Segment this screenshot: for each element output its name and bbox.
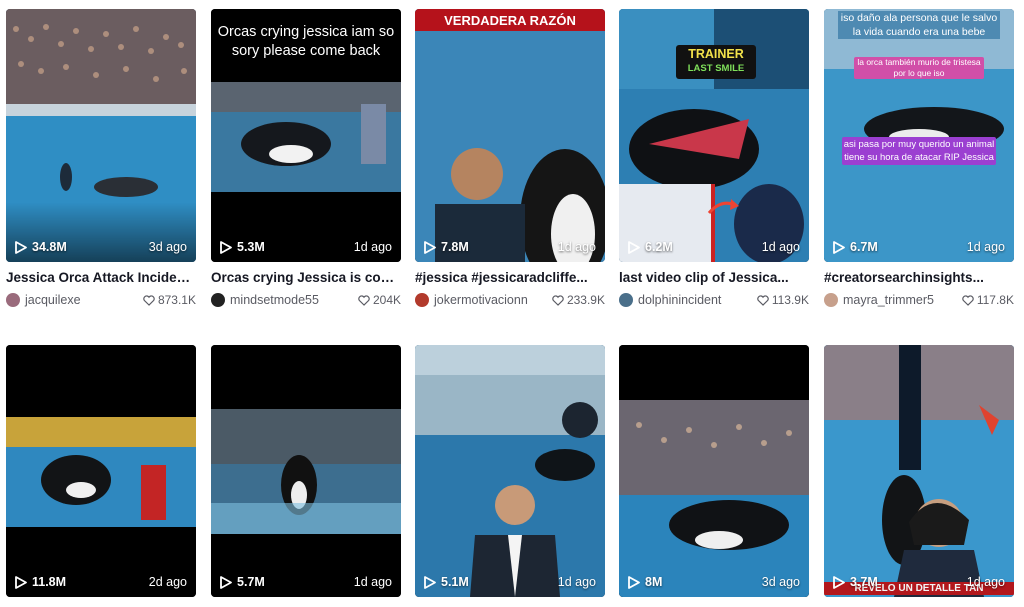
- video-card[interactable]: Orcas crying jessica iam so sory please …: [211, 9, 401, 307]
- video-thumbnail[interactable]: 11.8M 2d ago: [6, 345, 196, 597]
- thumbnail-image: [619, 345, 809, 597]
- post-age: 1d ago: [966, 575, 1005, 589]
- video-thumbnail[interactable]: 5.7M 1d ago: [211, 345, 401, 597]
- video-title[interactable]: #creatorsearchinsights...: [824, 270, 1014, 285]
- view-count: 5.3M: [220, 240, 265, 254]
- video-title[interactable]: last video clip of Jessica...: [619, 270, 809, 285]
- play-icon: [15, 575, 27, 589]
- view-count: 34.8M: [15, 240, 67, 254]
- view-count: 5.7M: [220, 575, 265, 589]
- author-name: dolphinincident: [638, 293, 722, 307]
- like-count: 113.9K: [757, 293, 809, 307]
- play-icon: [424, 240, 436, 254]
- thumbnail-image: [824, 9, 1014, 262]
- thumbnail-image: [211, 345, 401, 597]
- video-thumbnail[interactable]: Orcas crying jessica iam so sory please …: [211, 9, 401, 262]
- play-icon: [833, 240, 845, 254]
- avatar: [211, 293, 225, 307]
- play-icon: [833, 575, 845, 589]
- video-card[interactable]: 5.1M 1d ago: [415, 345, 605, 597]
- video-thumbnail[interactable]: 34.8M 3d ago: [6, 9, 196, 262]
- author-name: jokermotivacionn: [434, 293, 528, 307]
- video-card[interactable]: 11.8M 2d ago: [6, 345, 196, 597]
- view-count: 6.2M: [628, 240, 673, 254]
- overlay-badge: TRAINER LAST SMILE: [676, 45, 756, 79]
- video-thumbnail[interactable]: 5.1M 1d ago: [415, 345, 605, 597]
- video-grid: 34.8M 3d ago Jessica Orca Attack Inciden…: [0, 0, 1024, 607]
- post-age: 1d ago: [966, 240, 1005, 254]
- view-count: 8M: [628, 575, 662, 589]
- caption-overlay-pink: la orca también murio de tristesa por lo…: [854, 57, 984, 79]
- avatar: [415, 293, 429, 307]
- caption-overlay: VERDADERA RAZÓN: [444, 13, 576, 28]
- author[interactable]: jokermotivacionn: [415, 293, 528, 307]
- like-count: 117.8K: [962, 293, 1014, 307]
- heart-icon: [962, 294, 974, 306]
- avatar: [824, 293, 838, 307]
- post-age: 1d ago: [557, 575, 596, 589]
- view-count: 3.7M: [833, 575, 878, 589]
- video-title[interactable]: #jessica #jessicaradcliffe...: [415, 270, 605, 285]
- video-card[interactable]: 8M 3d ago: [619, 345, 809, 597]
- video-card[interactable]: 5.7M 1d ago: [211, 345, 401, 597]
- view-count: 7.8M: [424, 240, 469, 254]
- thumbnail-image: [6, 345, 196, 597]
- thumbnail-image: [415, 345, 605, 597]
- post-age: 1d ago: [353, 575, 392, 589]
- video-thumbnail[interactable]: 8M 3d ago: [619, 345, 809, 597]
- arrow-icon: [707, 199, 739, 215]
- heart-icon: [143, 294, 155, 306]
- video-thumbnail[interactable]: VERDADERA RAZÓN 7.8M 1d ago: [415, 9, 605, 262]
- heart-icon: [757, 294, 769, 306]
- play-icon: [424, 575, 436, 589]
- heart-icon: [552, 294, 564, 306]
- view-count: 6.7M: [833, 240, 878, 254]
- play-icon: [628, 240, 640, 254]
- like-count: 873.1K: [143, 293, 196, 307]
- video-title[interactable]: Orcas crying Jessica is come...: [211, 270, 401, 285]
- view-count: 5.1M: [424, 575, 469, 589]
- video-thumbnail[interactable]: iso daño ala persona que le salvo la vid…: [824, 9, 1014, 262]
- video-title[interactable]: Jessica Orca Attack Incident |...: [6, 270, 196, 285]
- video-card[interactable]: TRAINER LAST SMILE 6.2M 1d ago last vide…: [619, 9, 809, 307]
- avatar: [6, 293, 20, 307]
- thumbnail-image: [415, 9, 605, 262]
- post-age: 1d ago: [761, 240, 800, 254]
- author-name: mindsetmode55: [230, 293, 319, 307]
- post-age: 2d ago: [148, 575, 187, 589]
- post-age: 1d ago: [557, 240, 596, 254]
- video-thumbnail[interactable]: REVELO UN DETALLE TAN 3.7M 1d ago: [824, 345, 1014, 597]
- caption-overlay: iso daño ala persona que le salvo la vid…: [838, 11, 1000, 39]
- post-age: 3d ago: [761, 575, 800, 589]
- heart-icon: [358, 294, 370, 306]
- video-thumbnail[interactable]: TRAINER LAST SMILE 6.2M 1d ago: [619, 9, 809, 262]
- like-count: 233.9K: [552, 293, 605, 307]
- video-card[interactable]: iso daño ala persona que le salvo la vid…: [824, 9, 1014, 307]
- view-count: 11.8M: [15, 575, 66, 589]
- play-icon: [628, 575, 640, 589]
- post-age: 1d ago: [353, 240, 392, 254]
- author[interactable]: dolphinincident: [619, 293, 721, 307]
- play-icon: [15, 240, 27, 254]
- video-card[interactable]: VERDADERA RAZÓN 7.8M 1d ago #jessica #je…: [415, 9, 605, 307]
- author-name: mayra_trimmer5: [843, 293, 934, 307]
- author[interactable]: mindsetmode55: [211, 293, 319, 307]
- thumbnail-image: [824, 345, 1014, 597]
- video-card[interactable]: 34.8M 3d ago Jessica Orca Attack Inciden…: [6, 9, 196, 307]
- video-card[interactable]: REVELO UN DETALLE TAN 3.7M 1d ago: [824, 345, 1014, 597]
- play-icon: [220, 575, 232, 589]
- author-name: jacquilexe: [25, 293, 81, 307]
- play-icon: [220, 240, 232, 254]
- like-count: 204K: [358, 293, 401, 307]
- author[interactable]: mayra_trimmer5: [824, 293, 934, 307]
- caption-overlay: Orcas crying jessica iam so sory please …: [217, 24, 395, 59]
- author[interactable]: jacquilexe: [6, 293, 81, 307]
- caption-overlay-purple: asi pasa por muy querido un animal tiene…: [842, 137, 996, 165]
- post-age: 3d ago: [148, 240, 187, 254]
- avatar: [619, 293, 633, 307]
